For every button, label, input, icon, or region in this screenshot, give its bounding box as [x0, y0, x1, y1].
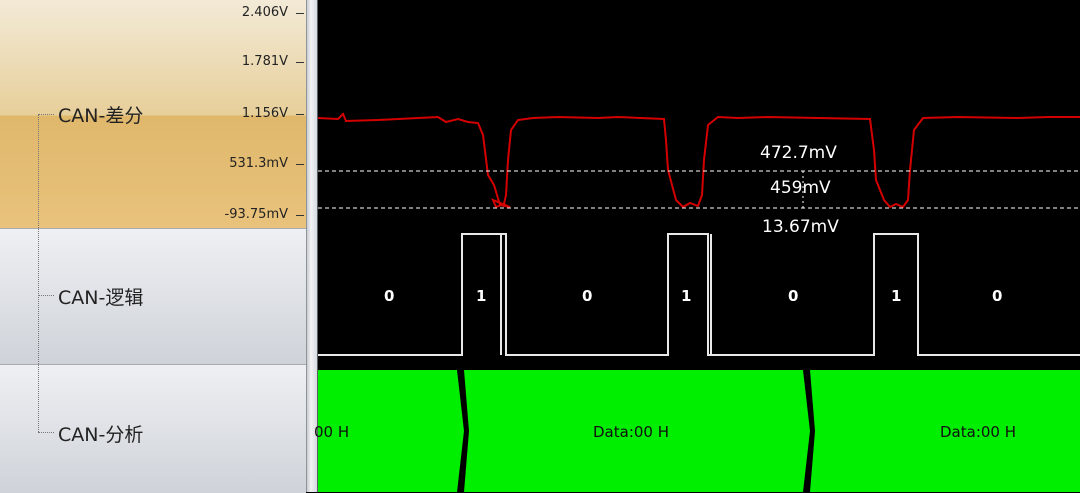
y-tick-label: 1.781V: [241, 54, 288, 69]
y-tick-mark: [296, 13, 304, 14]
y-tick-label: 531.3mV: [229, 156, 288, 171]
tree-connector: [38, 114, 39, 432]
decode-label-1: 00 H: [314, 423, 350, 441]
panel-splitter[interactable]: [306, 0, 318, 492]
tree-branch: [38, 114, 54, 115]
waveform-plot[interactable]: 472.7mV 459mV 13.67mV 0 1 0 1 0 1 0 00 H…: [314, 0, 1080, 492]
tree-branch: [38, 432, 54, 433]
tree-branch: [38, 295, 54, 296]
channel-label-can-logic: CAN-逻辑: [58, 287, 144, 309]
logic-bit-label: 0: [582, 287, 593, 305]
decode-label-3: Data:00 H: [940, 423, 1017, 441]
decode-label-2: Data:00 H: [593, 423, 670, 441]
logic-bit-label: 1: [891, 287, 902, 305]
logic-bit-label: 1: [681, 287, 692, 305]
logic-bit-label: 1: [476, 287, 487, 305]
cursor-lower-value: 13.67mV: [762, 217, 839, 237]
channel-row-can-logic[interactable]: CAN-逻辑: [0, 228, 306, 365]
channel-panel: 2.406V 1.781V 1.156V 531.3mV -93.75mV CA…: [0, 0, 306, 493]
y-tick-mark: [296, 164, 304, 165]
waveform-canvas: [318, 112, 1080, 492]
y-tick-label: 2.406V: [241, 5, 288, 20]
can-diff-waveform: [318, 112, 1080, 209]
y-tick-mark: [296, 215, 304, 216]
y-tick-mark: [296, 62, 304, 63]
cursor-upper-value: 472.7mV: [760, 143, 837, 163]
y-tick-label: -93.75mV: [224, 207, 288, 222]
channel-label-can-analysis: CAN-分析: [58, 424, 144, 446]
cursor-delta-value: 459mV: [770, 178, 831, 198]
logic-bit-label: 0: [788, 287, 799, 305]
channel-label-can-diff: CAN-差分: [58, 105, 144, 127]
logic-bit-label: 0: [384, 287, 395, 305]
logic-bit-label: 0: [992, 287, 1003, 305]
y-tick-mark: [296, 114, 304, 115]
y-tick-label: 1.156V: [241, 106, 288, 121]
channel-row-can-analysis[interactable]: CAN-分析: [0, 364, 306, 493]
can-logic-trace: [318, 233, 1080, 356]
